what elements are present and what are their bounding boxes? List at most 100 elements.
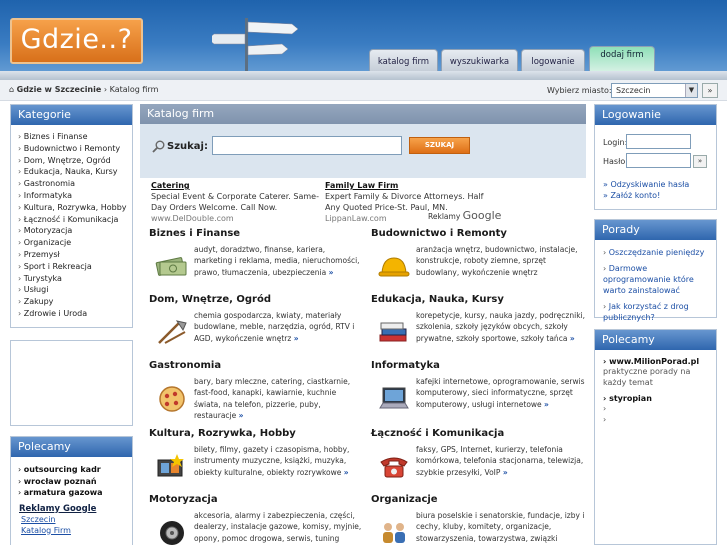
google-ads: Catering Special Event & Corporate Cater… [140,178,586,228]
category-title[interactable]: Dom, Wnętrze, Ogród [149,294,365,305]
category-title[interactable]: Gastronomia [149,360,365,371]
category-link[interactable]: Dom, Wnętrze, Ogród [18,155,132,167]
breadcrumb: ⌂ Gdzie w Szczecinie › Katalog firm [9,85,158,94]
more-link[interactable]: » [239,411,244,420]
category-link[interactable]: Usługi [18,284,132,296]
recommended-link[interactable]: armatura gazowa [18,487,132,499]
tab-wyszukiwarka[interactable]: wyszukiwarka [441,49,518,71]
category-link[interactable]: Edukacja, Nauka, Kursy [18,166,132,178]
tab-dodaj-firm[interactable]: dodaj firm [589,46,655,72]
breadcrumb-home[interactable]: Gdzie w Szczecinie [17,85,102,94]
login-submit-button[interactable]: » [693,155,707,168]
category-block: Edukacja, Nauka, Kursy korepetycje, kurs… [371,294,587,344]
category-text: audyt, doradztwo, finanse, kariera, mark… [194,245,360,277]
register-link[interactable]: » Załóż konto! [603,191,660,200]
category-link[interactable]: Zakupy [18,296,132,308]
category-title[interactable]: Biznes i Finanse [149,228,365,239]
category-link[interactable]: Gastronomia [18,178,132,190]
category-text: aranżacja wnętrz, budownictwo, instalacj… [416,245,578,277]
breadcrumb-bar: ⌂ Gdzie w Szczecinie › Katalog firm Wybi… [0,80,727,101]
search-button[interactable]: SZUKAJ [409,137,470,154]
phone-icon [380,457,408,478]
ad-title[interactable]: Family Law Firm [325,180,495,191]
recommended-link[interactable]: wrocław poznań [18,476,132,488]
category-link[interactable]: Łączność i Komunikacja [18,214,132,226]
ad-unit[interactable]: Catering Special Event & Corporate Cater… [151,180,321,224]
category-title[interactable]: Informatyka [371,360,587,371]
catalog-title: Katalog firm [140,104,586,124]
category-title[interactable]: Motoryzacja [149,494,365,505]
recommended-link[interactable]: outsourcing kadr [18,464,132,476]
recommended-empty-link[interactable]: › [603,403,710,414]
recover-password-link[interactable]: » Odzyskiwanie hasła [603,180,689,189]
ad-url[interactable]: www.DelDouble.com [151,213,321,224]
category-link[interactable]: Biznes i Finanse [18,131,132,143]
recommended-item-link[interactable]: › styropian [603,394,710,403]
recommended-empty-link[interactable]: › [603,414,710,425]
category-link[interactable]: Turystyka [18,273,132,285]
more-link[interactable]: » [503,468,508,477]
recommended-title: Polecamy [11,437,132,457]
ad-link[interactable]: Katalog Firm [11,525,132,536]
film-icon [157,454,184,477]
more-link[interactable]: » [344,468,349,477]
ads-by-google[interactable]: Reklamy Google [428,209,501,222]
category-link[interactable]: Budownictwo i Remonty [18,143,132,155]
password-input[interactable] [626,153,691,168]
category-link[interactable]: Informatyka [18,190,132,202]
login-input[interactable] [626,134,691,149]
category-text: bilety, filmy, gazety i czasopisma, hobb… [194,445,350,477]
tip-link[interactable]: Jak korzystać z drog publicznych? [603,301,710,323]
tab-logowanie[interactable]: logowanie [521,49,585,71]
search-bar: Szukaj: SZUKAJ [140,124,586,178]
breadcrumb-current: Katalog firm [109,85,159,94]
garden-tools-icon [158,320,187,344]
recommended-panel-left: Polecamy outsourcing kadr wrocław poznań… [10,436,133,545]
more-link[interactable]: » [544,400,549,409]
category-title[interactable]: Organizacje [371,494,587,505]
category-title[interactable]: Budownictwo i Remonty [371,228,587,239]
city-select-label: Wybierz miasto: [547,86,612,95]
category-title[interactable]: Łączność i Komunikacja [371,428,587,439]
tab-katalog-firm[interactable]: katalog firm [369,49,438,71]
category-block: Łączność i Komunikacja faksy, GPS, Inter… [371,428,587,478]
category-title[interactable]: Kultura, Rozrywka, Hobby [149,428,365,439]
category-link[interactable]: Sport i Rekreacja [18,261,132,273]
category-link[interactable]: Motoryzacja [18,225,132,237]
ad-title[interactable]: Catering [151,180,321,191]
category-text: biura poselskie i senatorskie, fundacje,… [416,511,585,543]
category-link[interactable]: Przemysł [18,249,132,261]
category-block: Kultura, Rozrywka, Hobby bilety, filmy, … [149,428,365,478]
ad-placeholder [10,340,133,426]
laptop-icon [379,387,409,409]
more-link[interactable]: » [294,334,299,343]
login-panel: Logowanie Login: Hasło: » » Odzyskiwanie… [594,104,717,210]
category-block: Informatyka kafejki internetowe, oprogra… [371,360,587,410]
site-header: Gdzie..? katalog firm wyszukiwarka logow… [0,0,727,80]
city-go-button[interactable]: » [702,83,718,98]
category-block: Organizacje biura poselskie i senatorski… [371,494,587,544]
ads-by-label: Reklamy [428,212,461,221]
ad-link[interactable]: Szczecin [11,514,132,525]
login-title: Logowanie [595,105,716,125]
recommended-list: outsourcing kadr wrocław poznań armatura… [11,457,132,499]
recommended-site-desc: praktyczne porady na każdy temat [603,367,691,387]
search-input[interactable] [212,136,402,155]
city-select[interactable]: Szczecin ▼ [611,83,698,98]
categories-title: Kategorie [11,105,132,125]
chevron-down-icon: ▼ [685,84,697,97]
hardhat-icon [378,257,410,277]
more-link[interactable]: » [329,268,334,277]
category-block: Gastronomia bary, bary mleczne, catering… [149,360,365,421]
search-label: Szukaj: [167,141,208,152]
tip-link[interactable]: Oszczędzanie pieniędzy [603,247,710,258]
category-title[interactable]: Edukacja, Nauka, Kursy [371,294,587,305]
category-link[interactable]: Zdrowie i Uroda [18,308,132,320]
google-ads-heading[interactable]: Reklamy Google [11,499,132,514]
more-link[interactable]: » [570,334,575,343]
category-link[interactable]: Organizacje [18,237,132,249]
recommended-site-link[interactable]: › www.MilionPorad.pl [603,357,710,366]
site-logo[interactable]: Gdzie..? [10,18,143,64]
category-link[interactable]: Kultura, Rozrywka, Hobby [18,202,132,214]
tip-link[interactable]: Darmowe oprogramowanie które warto zains… [603,263,710,296]
